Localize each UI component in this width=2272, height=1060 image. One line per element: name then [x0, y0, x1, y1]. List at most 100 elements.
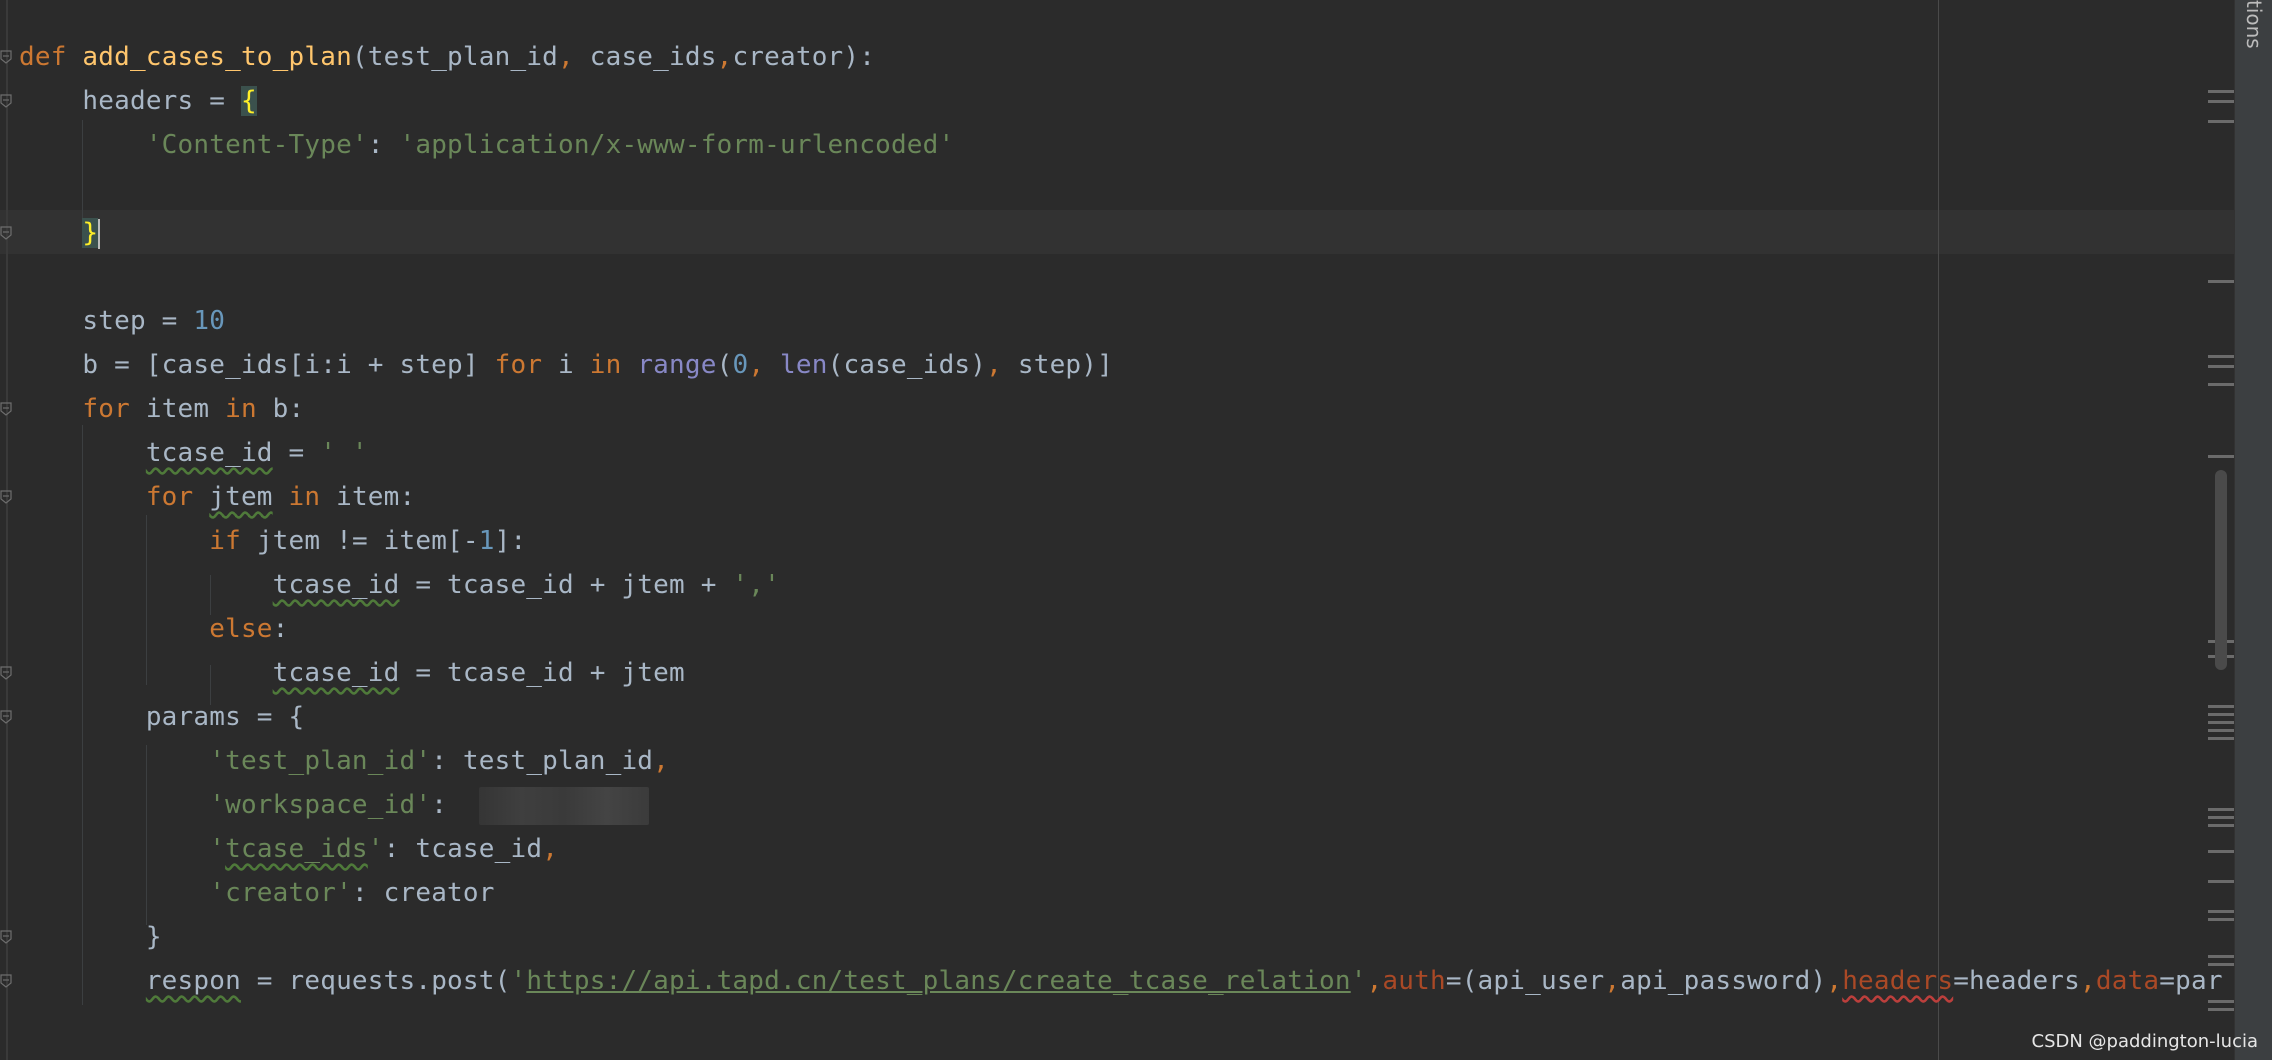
- code-token: ,: [1604, 966, 1621, 996]
- code-token: step =: [19, 306, 194, 336]
- code-token: (case_ids): [827, 350, 987, 380]
- vertical-scrollbar[interactable]: [2215, 470, 2227, 670]
- error-stripe-mark: [2208, 705, 2234, 708]
- code-line[interactable]: 'workspace_id':: [19, 783, 649, 827]
- code-line[interactable]: }: [19, 915, 162, 959]
- code-token: def: [19, 42, 83, 72]
- code-line[interactable]: for jtem in item:: [19, 475, 415, 519]
- code-token: for: [494, 350, 543, 380]
- code-token: = requests.post(: [240, 966, 511, 996]
- code-line[interactable]: params = {: [19, 695, 304, 739]
- code-token: ,: [716, 42, 733, 72]
- fold-marker-icon[interactable]: [0, 490, 12, 504]
- code-token: step)]: [1017, 350, 1113, 380]
- code-line[interactable]: tcase_id = tcase_id + jtem + ',': [19, 563, 780, 607]
- code-token: 'Content-Type': [145, 130, 368, 160]
- code-line[interactable]: 'test_plan_id': test_plan_id,: [19, 739, 669, 783]
- gutter-border: [6, 0, 8, 1060]
- fold-marker-icon[interactable]: [0, 666, 12, 680]
- code-token: 1: [478, 526, 495, 556]
- code-token: headers =: [19, 86, 241, 116]
- code-token: ': [510, 966, 527, 996]
- code-token: (test_plan_id: [351, 42, 559, 72]
- text-caret: [98, 218, 101, 249]
- tool-window-tab[interactable]: tions: [2236, 0, 2266, 50]
- fold-marker-icon[interactable]: [0, 50, 12, 64]
- code-token: : creator: [351, 878, 495, 908]
- code-token: b:: [256, 394, 305, 424]
- fold-marker-icon[interactable]: [0, 226, 12, 240]
- code-token: }: [19, 922, 162, 952]
- code-line[interactable]: for item in b:: [19, 387, 304, 431]
- code-line[interactable]: respon = requests.post('https://api.tapd…: [19, 959, 2223, 1003]
- error-stripe-mark: [2208, 90, 2234, 93]
- code-token: respon: [145, 966, 241, 996]
- fold-marker-icon[interactable]: [0, 974, 12, 988]
- code-line[interactable]: 'tcase_ids': tcase_id,: [19, 827, 558, 871]
- code-line[interactable]: b = [case_ids[i:i + step] for i in range…: [19, 343, 1113, 387]
- code-token: ',': [732, 570, 780, 600]
- code-token: auth: [1382, 966, 1446, 996]
- code-token: ' ': [320, 438, 368, 468]
- code-line[interactable]: tcase_id = ' ': [19, 431, 368, 475]
- code-token: ': [1350, 966, 1367, 996]
- code-token: : tcase_id: [383, 834, 543, 864]
- code-line[interactable]: def add_cases_to_plan(test_plan_id, case…: [19, 35, 875, 79]
- error-stripe-mark: [2208, 955, 2234, 958]
- code-token: headers: [1842, 966, 1954, 996]
- code-line[interactable]: 'creator': creator: [19, 871, 495, 915]
- fold-marker-icon[interactable]: [0, 94, 12, 108]
- code-token: jtem != item[-: [240, 526, 479, 556]
- error-stripe-mark: [2208, 721, 2234, 724]
- code-token: ,: [542, 834, 559, 864]
- code-token: tcase_ids: [225, 834, 368, 864]
- code-token: in: [288, 482, 321, 512]
- code-line[interactable]: tcase_id = tcase_id + jtem: [19, 651, 685, 695]
- error-stripe-mark: [2208, 100, 2234, 103]
- right-margin-guide: [1938, 0, 1939, 1060]
- fold-marker-icon[interactable]: [0, 930, 12, 944]
- code-line[interactable]: }: [19, 211, 101, 255]
- current-line-highlight: [0, 210, 2234, 254]
- error-stripe-mark: [2208, 808, 2234, 811]
- code-token: 'application/x-www-form-urlencoded': [399, 130, 955, 160]
- code-token: add_cases_to_plan: [82, 42, 352, 72]
- code-token: https://api.tapd.cn/test_plans/create_tc…: [526, 966, 1351, 996]
- code-token: creator):: [732, 42, 876, 72]
- code-line[interactable]: 'Content-Type': 'application/x-www-form-…: [19, 123, 954, 167]
- code-token: =par: [2159, 966, 2223, 996]
- code-line[interactable]: if jtem != item[-1]:: [19, 519, 526, 563]
- code-token: ,: [558, 42, 590, 72]
- error-stripe-mark: [2208, 737, 2234, 740]
- code-line[interactable]: else:: [19, 607, 289, 651]
- code-editor[interactable]: def add_cases_to_plan(test_plan_id, case…: [0, 0, 2234, 1060]
- code-token: 'creator': [209, 878, 352, 908]
- error-stripe-mark: [2208, 120, 2234, 123]
- code-line[interactable]: headers = {: [19, 79, 257, 123]
- code-token: tcase_id: [145, 438, 273, 468]
- code-token: item:: [320, 482, 416, 512]
- code-token: tcase_id: [272, 658, 400, 688]
- error-stripe-mark: [2208, 713, 2234, 716]
- error-stripe-mark: [2208, 850, 2234, 853]
- error-stripe-mark: [2208, 355, 2234, 358]
- fold-marker-icon[interactable]: [0, 402, 12, 416]
- code-token: tcase_id: [272, 570, 400, 600]
- fold-marker-icon[interactable]: [0, 710, 12, 724]
- code-line[interactable]: step = 10: [19, 299, 225, 343]
- error-stripe-mark: [2208, 729, 2234, 732]
- code-token: =: [272, 438, 321, 468]
- code-token: 'test_plan_id': [209, 746, 432, 776]
- code-token: case_ids: [589, 42, 717, 72]
- code-token: ,: [1366, 966, 1383, 996]
- code-token: :: [431, 790, 479, 820]
- code-token: ,: [653, 746, 670, 776]
